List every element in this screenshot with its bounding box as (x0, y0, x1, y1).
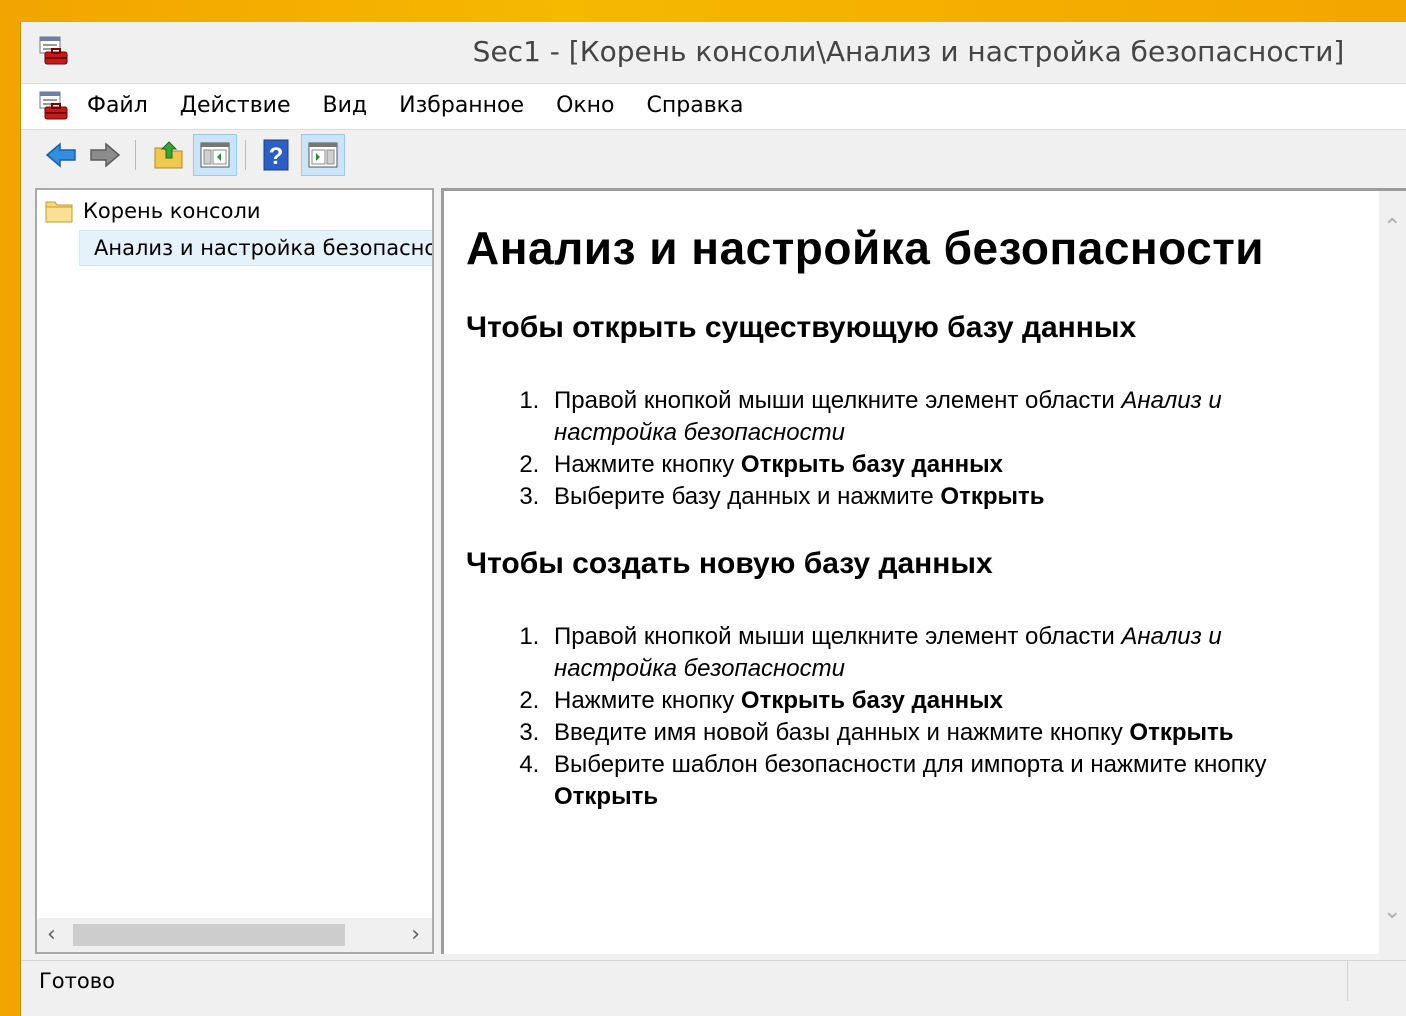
scroll-up-icon[interactable]: ⌃ (1383, 215, 1401, 240)
menu-view[interactable]: Вид (323, 93, 368, 118)
tree-item-label: Анализ и настройка безопасности (94, 236, 434, 260)
section-open-heading: Чтобы открыть существующую базу данных (466, 311, 1137, 344)
help-button[interactable]: ? (255, 134, 299, 176)
menu-window[interactable]: Окно (556, 93, 614, 118)
forward-arrow-icon (90, 142, 121, 168)
title-bar: Sec1 - [Корень консоли\Анализ и настройк… (21, 22, 1406, 82)
horizontal-scrollbar[interactable]: ‹ › (37, 918, 432, 952)
window-title: Sec1 - [Корень консоли\Анализ и настройк… (472, 35, 1345, 68)
action-pane-icon (308, 142, 338, 168)
open-steps-list: Правой кнопкой мыши щелкните элемент обл… (466, 385, 1346, 513)
list-item: Выберите базу данных и нажмите Открыть (546, 481, 1346, 513)
status-bar: Готово (21, 960, 1406, 1001)
help-icon: ? (263, 139, 289, 171)
menu-favorites[interactable]: Избранное (399, 93, 524, 118)
help-content: Анализ и настройка безопасности Чтобы от… (466, 221, 1346, 847)
scrollbar-thumb[interactable] (73, 924, 345, 946)
folder-icon (45, 201, 73, 223)
list-item: Нажмите кнопку Открыть базу данных (546, 449, 1346, 481)
mmc-menu-icon[interactable] (39, 91, 69, 121)
list-item: Нажмите кнопку Открыть базу данных (546, 685, 1346, 717)
status-divider (1347, 961, 1348, 1001)
list-item: Правой кнопкой мыши щелкните элемент обл… (546, 621, 1346, 685)
results-pane: Анализ и настройка безопасности Чтобы от… (441, 188, 1406, 954)
up-folder-icon (154, 141, 183, 169)
menu-bar: Файл Действие Вид Избранное Окно Справка (21, 83, 1406, 130)
list-item: Правой кнопкой мыши щелкните элемент обл… (546, 385, 1346, 449)
vertical-scrollbar[interactable]: ⌃ ⌄ (1379, 191, 1406, 954)
show-hide-tree-icon (200, 142, 230, 168)
menu-action[interactable]: Действие (180, 93, 291, 118)
scroll-left-icon[interactable]: ‹ (47, 922, 56, 947)
create-steps-list: Правой кнопкой мыши щелкните элемент обл… (466, 621, 1346, 813)
show-hide-tree-button[interactable] (193, 134, 237, 176)
tree-item-security-analysis[interactable]: Анализ и настройка безопасности (79, 230, 432, 266)
mmc-window: Sec1 - [Корень консоли\Анализ и настройк… (20, 22, 1406, 1016)
back-button[interactable] (39, 134, 83, 176)
section-create-heading: Чтобы создать новую базу данных (466, 547, 993, 580)
svg-text:?: ? (269, 143, 284, 170)
menu-file[interactable]: Файл (87, 93, 148, 118)
scroll-down-icon[interactable]: ⌄ (1383, 899, 1401, 924)
tree-item-label: Корень консоли (83, 199, 261, 223)
forward-button[interactable] (83, 134, 127, 176)
action-pane-button[interactable] (301, 134, 345, 176)
content-title: Анализ и настройка безопасности (466, 222, 1265, 274)
scroll-right-icon[interactable]: › (411, 922, 420, 947)
menu-help[interactable]: Справка (647, 93, 744, 118)
list-item: Введите имя новой базы данных и нажмите … (546, 717, 1346, 749)
tree-item-console-root[interactable]: Корень консоли (45, 194, 261, 228)
up-one-level-button[interactable] (147, 134, 191, 176)
toolbar: ? (21, 130, 1406, 180)
status-text: Готово (39, 969, 115, 993)
list-item: Выберите шаблон безопасности для импорта… (546, 749, 1346, 813)
console-tree-pane[interactable]: Корень консоли Анализ и настройка безопа… (35, 188, 434, 954)
back-arrow-icon (45, 142, 76, 168)
